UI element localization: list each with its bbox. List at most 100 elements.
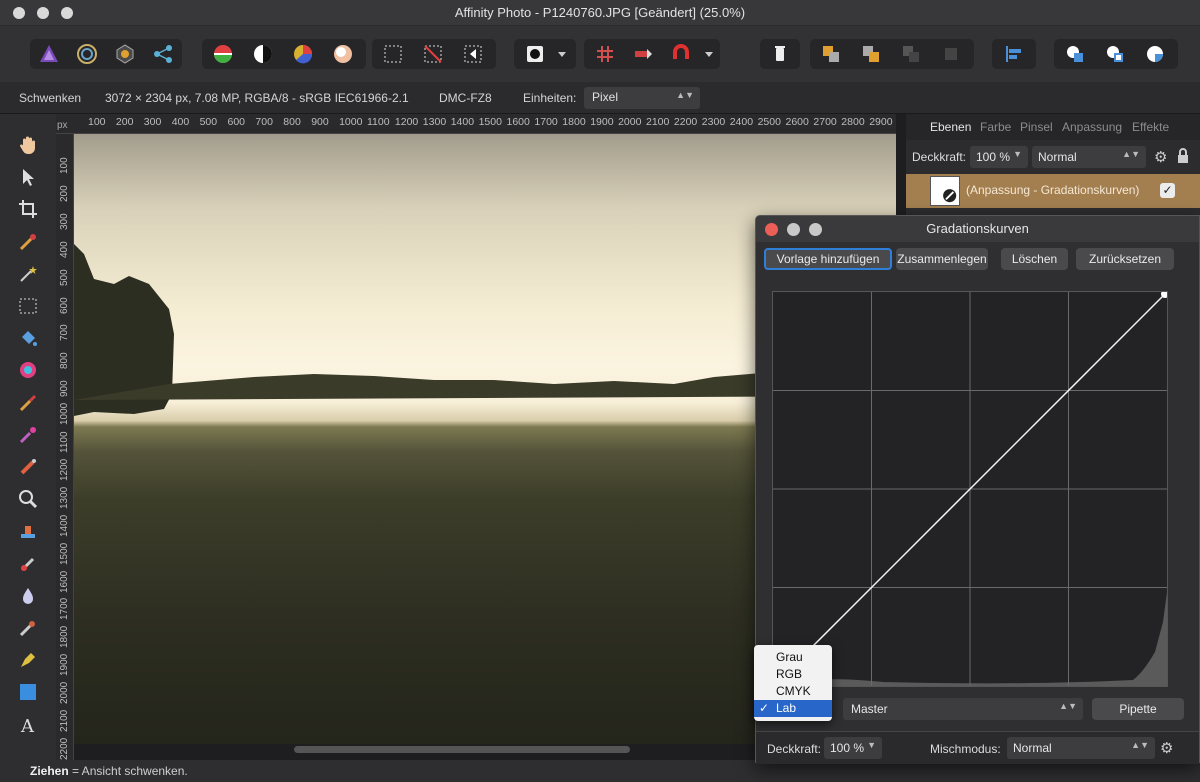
grid-icon[interactable]	[586, 39, 624, 69]
hand-icon[interactable]	[15, 132, 41, 158]
export-persona-icon[interactable]	[144, 39, 182, 69]
auto-levels-icon[interactable]	[204, 39, 242, 69]
reset-button[interactable]: Zurücksetzen	[1076, 248, 1174, 270]
chevron-down-icon[interactable]	[550, 39, 574, 69]
ruler-tick-label: 1800	[562, 116, 586, 128]
layer-opacity-label: Deckkraft:	[912, 150, 967, 164]
ruler-tick-label: 1100	[367, 116, 390, 128]
shape-icon[interactable]	[15, 679, 41, 705]
move-icon[interactable]	[15, 164, 41, 190]
trash-icon[interactable]	[761, 39, 799, 69]
layer-blend-value: Normal	[1038, 150, 1077, 164]
move-front-icon[interactable]	[892, 39, 930, 69]
ruler-tick-label: 2600	[785, 116, 809, 128]
tab-farbe[interactable]: Farbe	[980, 120, 1011, 134]
zoom-dialog-button[interactable]	[809, 223, 822, 236]
status-key: Ziehen	[30, 764, 69, 778]
subtract-icon[interactable]	[1096, 39, 1134, 69]
tab-effekte[interactable]: Effekte	[1132, 120, 1169, 134]
curves-dialog: Gradationskurven Vorlage hinzufügen Zusa…	[754, 215, 1200, 764]
layer-visibility-checkbox[interactable]: ✓	[1160, 183, 1175, 198]
paint-brush-icon[interactable]	[15, 390, 41, 416]
assistant-icon[interactable]	[624, 39, 662, 69]
move-forward-icon[interactable]	[852, 39, 890, 69]
lock-icon[interactable]	[1176, 148, 1190, 164]
liquify-persona-icon[interactable]	[68, 39, 106, 69]
magic-wand-icon[interactable]	[15, 261, 41, 287]
crop-icon[interactable]	[15, 196, 41, 222]
blend-mode-select[interactable]: Normal ▲▼	[1007, 737, 1155, 759]
stepper-icon: ▲▼	[1122, 149, 1140, 159]
menu-item-label: CMYK	[776, 684, 811, 698]
blend-mode-label: Mischmodus:	[930, 742, 1001, 756]
tab-ebenen[interactable]: Ebenen	[930, 120, 971, 134]
photo-persona-icon[interactable]	[30, 39, 68, 69]
layer-row[interactable]: (Anpassung - Gradationskurven) ✓	[906, 174, 1200, 208]
layer-opacity-value: 100 %	[976, 150, 1011, 164]
ruler-horizontal: 100 200 300 400 500 600 700 800 900 1000 1100 1200 1…	[56, 114, 896, 134]
layer-thumbnail	[930, 176, 960, 206]
blur-icon[interactable]	[15, 583, 41, 609]
ruler-tick-label: 2000	[618, 116, 642, 128]
ruler-tick-label: 700	[255, 116, 273, 128]
menu-item-cmyk[interactable]: CMYK	[754, 683, 832, 700]
curves-footer: Deckkraft: 100 % ▼ Mischmodus: Normal ▲▼ ⚙	[756, 731, 1199, 764]
main-toolbar	[0, 26, 1200, 82]
delete-button[interactable]: Löschen	[1001, 248, 1068, 270]
ruler-tick-label: 1200	[394, 116, 419, 128]
color-picker-icon[interactable]	[15, 357, 41, 383]
marquee-icon[interactable]	[15, 293, 41, 319]
add-preset-button[interactable]: Vorlage hinzufügen	[764, 248, 892, 270]
panel-tabs: Ebenen Farbe Pinsel Anpassung Effekte	[906, 114, 1200, 140]
gear-icon[interactable]: ⚙	[1160, 739, 1173, 757]
move-back-one-icon[interactable]	[932, 39, 970, 69]
minimize-dialog-button[interactable]	[787, 223, 800, 236]
horizontal-scrollbar[interactable]	[294, 746, 630, 753]
auto-white-balance-icon[interactable]	[324, 39, 362, 69]
smudge-icon[interactable]	[15, 615, 41, 641]
curve-channel-select[interactable]: Master ▲▼	[843, 698, 1083, 720]
menu-item-rgb[interactable]: RGB	[754, 666, 832, 683]
flood-fill-icon[interactable]	[15, 325, 41, 351]
healing-icon[interactable]	[15, 551, 41, 577]
invert-selection-icon[interactable]	[454, 39, 492, 69]
add-icon[interactable]	[1056, 39, 1094, 69]
ruler-tick-label: 100	[88, 116, 106, 128]
move-back-icon[interactable]	[812, 39, 850, 69]
tab-anpassung[interactable]: Anpassung	[1062, 120, 1122, 134]
layer-opacity-field[interactable]: 100 % ▼	[970, 146, 1028, 168]
close-dialog-button[interactable]	[765, 223, 778, 236]
snapping-icon[interactable]	[662, 39, 700, 69]
auto-contrast-icon[interactable]	[244, 39, 282, 69]
select-all-icon[interactable]	[374, 39, 412, 69]
clone-icon[interactable]	[15, 454, 41, 480]
layer-blend-select[interactable]: Normal ▲▼	[1032, 146, 1146, 168]
menu-item-lab[interactable]: ✓ Lab	[754, 700, 832, 717]
quick-mask-icon[interactable]	[516, 39, 554, 69]
layer-name: (Anpassung - Gradationskurven)	[966, 183, 1140, 197]
menu-item-grau[interactable]: Grau	[754, 649, 832, 666]
chevron-down-icon[interactable]	[698, 39, 720, 69]
text-icon[interactable]: A	[15, 712, 41, 738]
brush-selection-icon[interactable]	[15, 229, 41, 255]
selection-group	[372, 39, 496, 69]
merge-button[interactable]: Zusammenlegen	[896, 248, 988, 270]
align-left-icon[interactable]	[995, 39, 1033, 69]
curves-graph[interactable]	[772, 290, 1169, 687]
auto-colors-icon[interactable]	[284, 39, 322, 69]
units-select[interactable]: Pixel ▲▼	[584, 87, 700, 109]
intersect-icon[interactable]	[1136, 39, 1174, 69]
pipette-button[interactable]: Pipette	[1092, 698, 1184, 720]
pen-icon[interactable]	[15, 647, 41, 673]
zoom-icon[interactable]	[15, 486, 41, 512]
opacity-field[interactable]: 100 % ▼	[824, 737, 882, 759]
tab-pinsel[interactable]: Pinsel	[1020, 120, 1053, 134]
deselect-icon[interactable]	[414, 39, 452, 69]
ruler-tick-label: 900	[311, 116, 329, 128]
opacity-label: Deckkraft:	[767, 742, 822, 756]
gear-icon[interactable]: ⚙	[1154, 148, 1170, 166]
develop-persona-icon[interactable]	[106, 39, 144, 69]
dodge-burn-icon[interactable]	[15, 422, 41, 448]
stamp-icon[interactable]	[15, 518, 41, 544]
ruler-tick-label: 200	[115, 116, 134, 128]
